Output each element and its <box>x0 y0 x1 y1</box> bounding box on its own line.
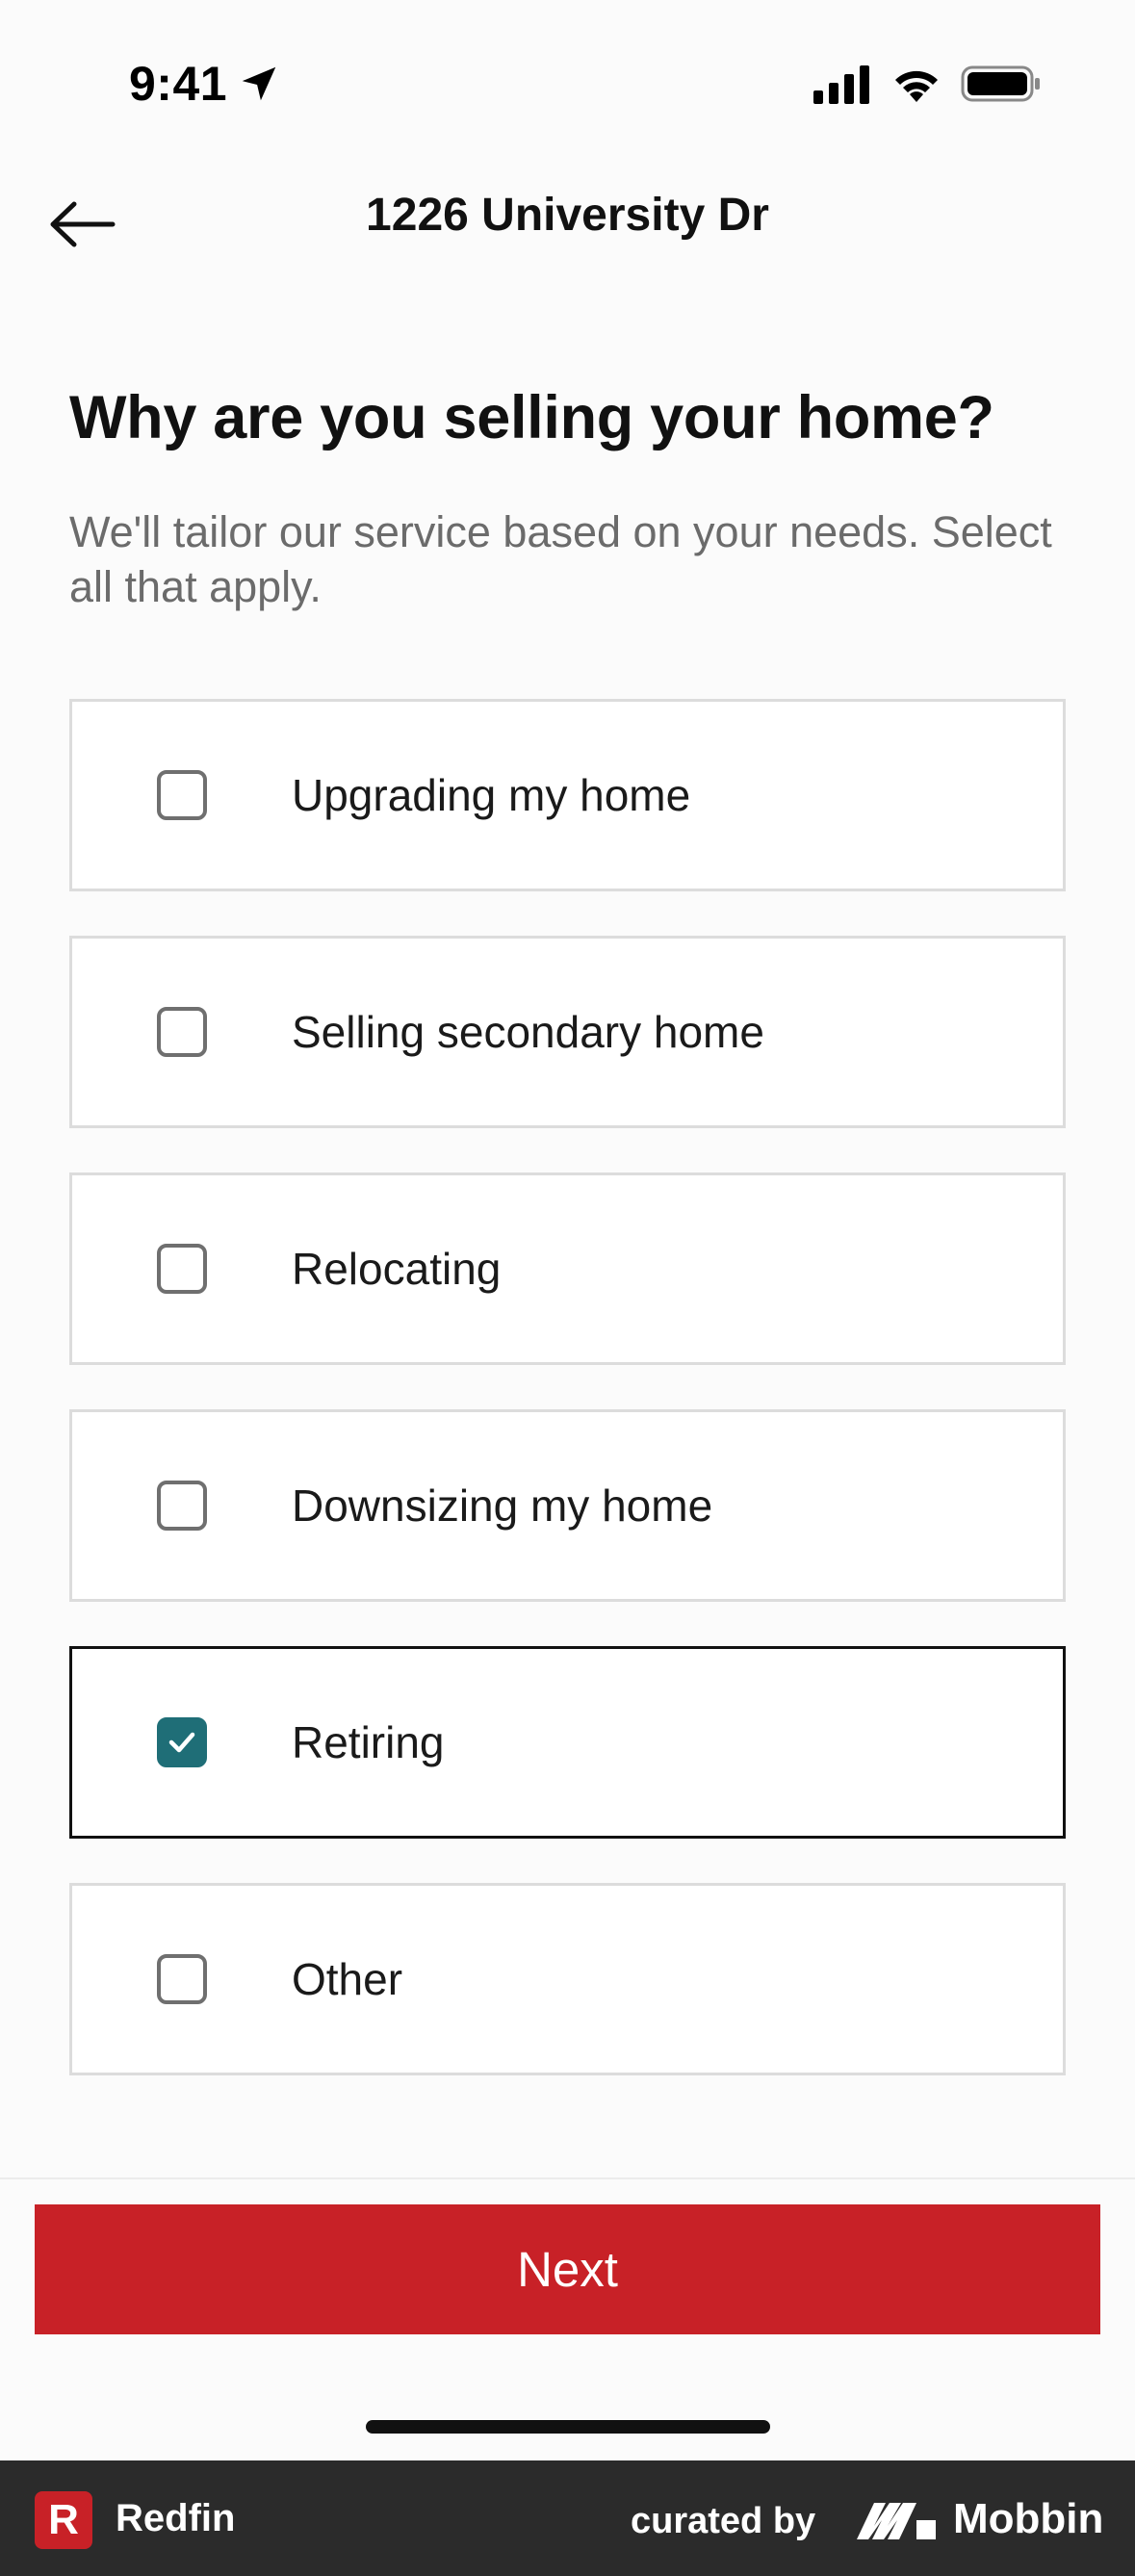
page-subtitle: We'll tailor our service based on your n… <box>69 507 1052 611</box>
option-label: Relocating <box>292 1244 502 1294</box>
checkbox[interactable] <box>157 770 207 820</box>
battery-icon <box>961 65 1040 102</box>
checkbox[interactable] <box>157 1007 207 1057</box>
option-upgrading-my-home[interactable]: Upgrading my home <box>69 699 1066 891</box>
page-title: Why are you selling your home? <box>69 384 994 451</box>
home-indicator <box>366 2420 770 2434</box>
option-label: Upgrading my home <box>292 770 691 820</box>
nav-header: 1226 University Dr <box>0 164 1135 271</box>
reasons-option-list: Upgrading my home Selling secondary home… <box>69 699 1066 2120</box>
location-arrow-icon <box>242 66 276 101</box>
footer-divider <box>0 2177 1135 2179</box>
mobbin-brand: Mobbin <box>953 2495 1104 2542</box>
option-other[interactable]: Other <box>69 1883 1066 2075</box>
option-label: Retiring <box>292 1717 445 1767</box>
option-retiring[interactable]: Retiring <box>69 1646 1066 1839</box>
checkmark-icon <box>168 1732 195 1753</box>
option-selling-secondary-home[interactable]: Selling secondary home <box>69 936 1066 1128</box>
checkbox[interactable] <box>157 1481 207 1531</box>
option-downsizing-my-home[interactable]: Downsizing my home <box>69 1409 1066 1602</box>
checkbox-checked[interactable] <box>157 1717 207 1767</box>
curated-by-text: curated by <box>631 2501 816 2541</box>
option-relocating[interactable]: Relocating <box>69 1172 1066 1365</box>
app-name: Redfin <box>116 2497 236 2539</box>
option-label: Other <box>292 1954 403 2004</box>
checkbox[interactable] <box>157 1244 207 1294</box>
option-label: Downsizing my home <box>292 1481 713 1531</box>
checkbox[interactable] <box>157 1954 207 2004</box>
option-label: Selling secondary home <box>292 1007 764 1057</box>
redfin-logo-icon: R <box>35 2491 92 2549</box>
next-button[interactable]: Next <box>35 2204 1100 2334</box>
mobbin-logo-icon <box>857 2503 936 2539</box>
header-title: 1226 University Dr <box>366 190 769 241</box>
branding-footer: R Redfin curated by Mobbin <box>0 2460 1135 2576</box>
status-time: 9:41 <box>129 57 228 111</box>
status-bar: 9:41 <box>0 0 1135 164</box>
wifi-icon <box>895 70 938 102</box>
cellular-signal-icon <box>813 65 869 104</box>
